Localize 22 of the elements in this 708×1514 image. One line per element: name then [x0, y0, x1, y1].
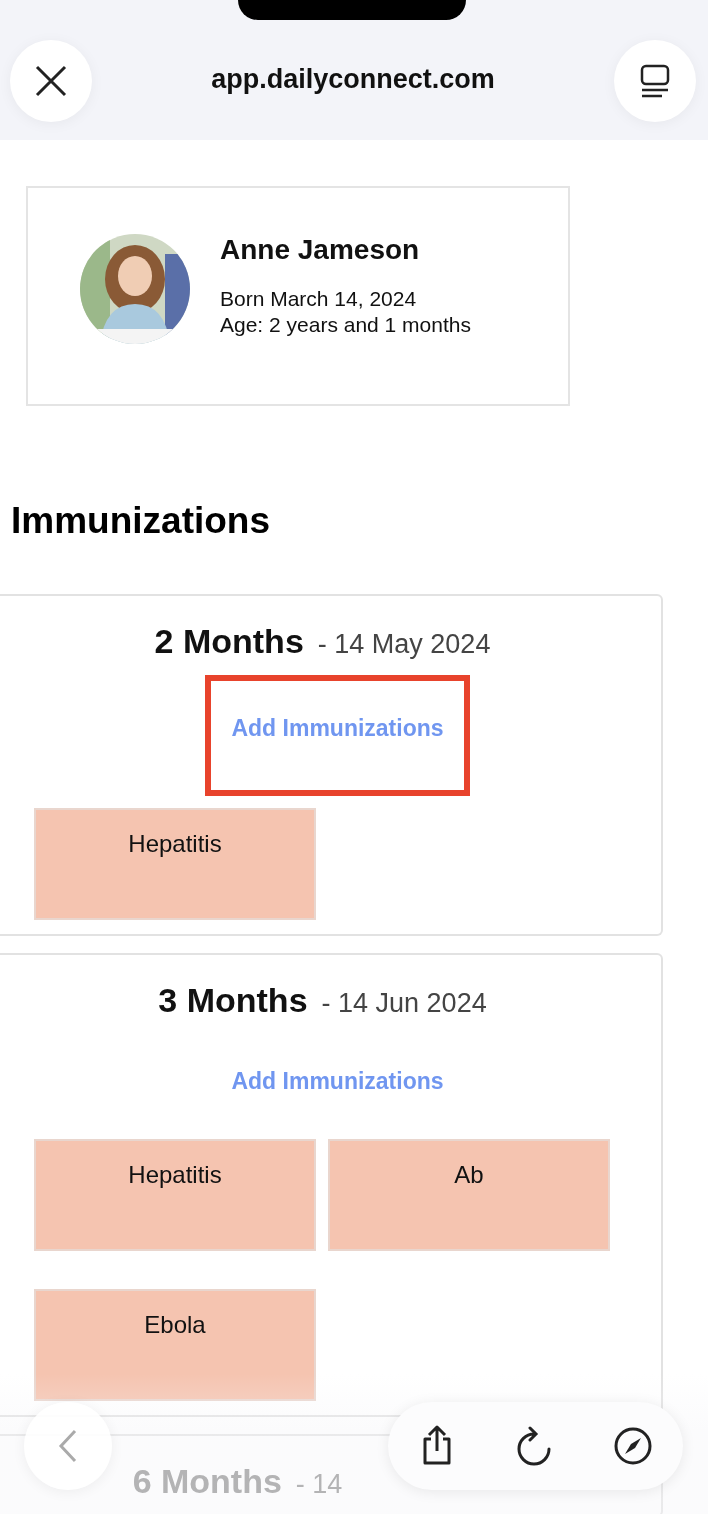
tab-overview-icon: [640, 64, 670, 98]
close-icon: [34, 64, 68, 98]
back-icon: [58, 1429, 78, 1463]
reload-icon: [515, 1426, 552, 1466]
immunization-tag[interactable]: Ebola: [34, 1289, 316, 1401]
age-title: 3 Months: [158, 981, 308, 1020]
compass-icon: [612, 1426, 653, 1466]
immunization-tag[interactable]: Hepatitis: [34, 808, 316, 920]
child-name: Anne Jameson: [220, 234, 421, 266]
immunization-tag[interactable]: Ab: [328, 1139, 610, 1251]
birth-date: Born March 14, 2024: [220, 286, 418, 312]
reload-button[interactable]: [515, 1426, 552, 1466]
date-text: - 14: [295, 1469, 343, 1500]
age-text: Age: 2 years and 1 months: [220, 312, 471, 338]
compass-button[interactable]: [612, 1426, 653, 1466]
page-heading: Immunizations: [11, 499, 272, 543]
address-text: app.dailyconnect.com: [211, 63, 495, 95]
immunization-tag[interactable]: Hepatitis: [34, 1139, 316, 1251]
date-text: - 14 Jun 2024: [321, 988, 487, 1019]
age-title: 2 Months: [154, 622, 304, 661]
date-text: - 14 May 2024: [317, 629, 491, 660]
age-title: 6 Months: [132, 1462, 282, 1501]
